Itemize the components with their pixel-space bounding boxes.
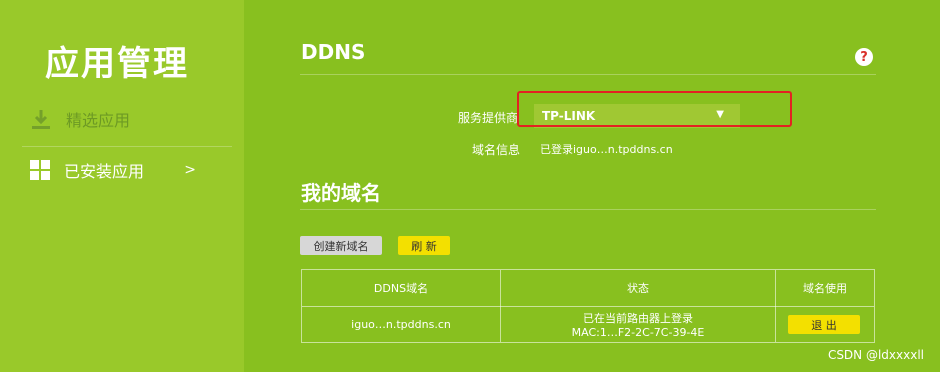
sidebar-item-label: 已安装应用 [64,162,145,181]
sidebar-item-featured-apps[interactable]: 精选应用 [30,104,230,134]
sidebar-divider [22,146,232,147]
refresh-button[interactable]: 刷 新 [398,236,450,255]
chevron-right-icon: > [184,162,196,178]
domain-info-label: 域名信息 [472,143,521,157]
help-icon[interactable]: ? [855,48,873,66]
column-header-usage: 域名使用 [803,282,847,295]
column-header-status: 状态 [627,282,649,295]
my-domains-title: 我的域名 [301,181,381,205]
sidebar-item-label: 精选应用 [66,111,131,130]
grid-icon [30,160,50,180]
domain-info-value: 已登录iguo…n.tpddns.cn [540,143,673,156]
status-line: 已在当前路由器上登录 [583,312,693,325]
app-title: 应用管理 [45,44,189,84]
column-header-domain: DDNS域名 [373,282,429,295]
domains-table: DDNS域名 状态 域名使用 iguo…n.tpddns.cn 已在当前路由器上… [301,269,875,343]
create-domain-button[interactable]: 创建新域名 [300,236,382,255]
divider [300,74,876,75]
provider-label: 服务提供商 [458,111,519,125]
logout-button[interactable]: 退 出 [788,315,860,334]
watermark: CSDN @ldxxxxll [827,348,924,362]
main-content: DDNS ? 服务提供商 TP-LINK ▼ 域名信息 已登录iguo…n.tp… [244,0,940,372]
highlight-box [517,91,792,127]
sidebar-item-installed-apps[interactable]: 已安装应用 > [30,155,230,185]
table-row-status: 已在当前路由器上登录 MAC:1…F2-2C-7C-39-4E [501,307,775,342]
status-mac: MAC:1…F2-2C-7C-39-4E [571,326,705,339]
ddns-title: DDNS [301,40,366,64]
table-row-domain: iguo…n.tpddns.cn [351,318,451,331]
divider [300,209,876,210]
sidebar: 应用管理 精选应用 已安装应用 > [0,0,244,372]
download-icon [32,110,50,129]
